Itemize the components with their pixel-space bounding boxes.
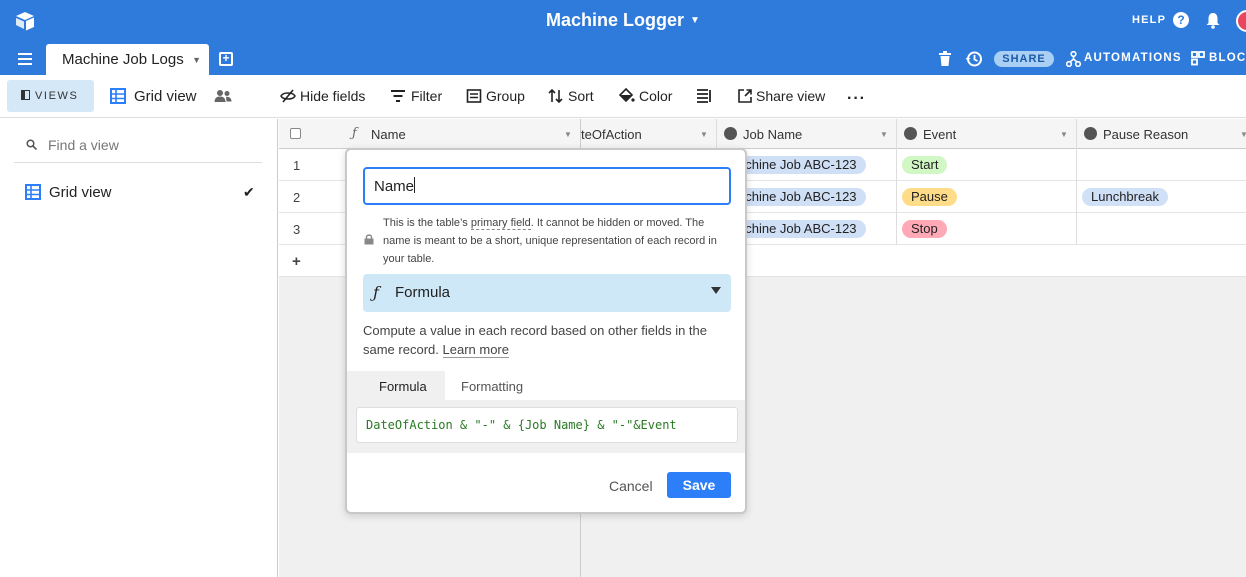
trash-icon[interactable] bbox=[938, 51, 952, 67]
chevron-down-icon: ▼ bbox=[690, 15, 700, 26]
paint-bucket-icon[interactable] bbox=[619, 88, 635, 104]
help-button[interactable]: HELP bbox=[1132, 14, 1166, 26]
chevron-down-icon bbox=[711, 287, 721, 294]
share-button[interactable]: SHARE bbox=[994, 51, 1054, 67]
column-header-event[interactable]: Event bbox=[923, 127, 956, 142]
single-select-icon bbox=[724, 127, 737, 140]
filter-icon[interactable] bbox=[390, 88, 406, 104]
event-chip: Pause bbox=[902, 188, 957, 206]
automations-button[interactable]: AUTOMATIONS bbox=[1084, 52, 1182, 64]
formula-field-icon: ƒ bbox=[352, 126, 357, 141]
checkmark-icon: ✔ bbox=[243, 184, 255, 200]
group-button[interactable]: Group bbox=[486, 88, 525, 104]
views-label: VIEWS bbox=[35, 90, 79, 102]
chevron-down-icon[interactable]: ▼ bbox=[1240, 130, 1246, 139]
views-toggle-button[interactable]: VIEWS bbox=[7, 80, 94, 112]
lock-icon bbox=[364, 234, 374, 245]
sort-button[interactable]: Sort bbox=[568, 88, 594, 104]
formula-input[interactable]: DateOfAction & "-" & {Job Name} & "-"&Ev… bbox=[356, 407, 738, 443]
sidebar-item-grid-view[interactable]: Grid view bbox=[49, 184, 112, 201]
row-number: 3 bbox=[293, 222, 301, 237]
column-divider bbox=[1076, 149, 1077, 245]
share-view-icon[interactable] bbox=[737, 88, 753, 104]
chevron-down-icon[interactable]: ▼ bbox=[880, 130, 888, 139]
sidebar-toggle-icon bbox=[21, 90, 30, 100]
more-options-icon[interactable]: ··· bbox=[847, 90, 866, 108]
field-editor-popover: Name This is the table’s primary field. … bbox=[345, 148, 747, 514]
find-view-input[interactable]: Find a view bbox=[48, 137, 119, 153]
event-chip: Stop bbox=[902, 220, 947, 238]
group-icon[interactable] bbox=[466, 88, 482, 104]
event-chip: Start bbox=[902, 156, 948, 174]
hide-fields-button[interactable]: Hide fields bbox=[300, 88, 365, 104]
row-number: 1 bbox=[293, 158, 301, 173]
app-title[interactable]: Machine Logger ▼ bbox=[0, 10, 1246, 31]
grid-view-icon bbox=[110, 88, 126, 104]
learn-more-link[interactable]: Learn more bbox=[442, 342, 509, 358]
column-divider bbox=[896, 149, 897, 245]
blocks-button[interactable]: BLOCK bbox=[1209, 52, 1246, 64]
field-type-label: Formula bbox=[395, 284, 451, 301]
formula-icon: ƒ bbox=[373, 283, 379, 302]
field-type-description: Compute a value in each record based on … bbox=[363, 321, 735, 359]
hamburger-menu-icon[interactable] bbox=[18, 53, 32, 65]
search-underline bbox=[14, 162, 262, 163]
column-header-name[interactable]: Name bbox=[371, 127, 406, 142]
color-button[interactable]: Color bbox=[639, 88, 672, 104]
automations-icon[interactable] bbox=[1066, 51, 1081, 67]
chevron-down-icon[interactable]: ▼ bbox=[700, 130, 708, 139]
field-name-value: Name bbox=[374, 178, 415, 195]
single-select-icon bbox=[904, 127, 917, 140]
history-icon[interactable] bbox=[965, 50, 983, 68]
current-view-name[interactable]: Grid view bbox=[134, 88, 197, 105]
column-header-job-name[interactable]: Job Name bbox=[743, 127, 802, 142]
field-type-select[interactable]: ƒ Formula bbox=[363, 274, 731, 312]
tab-formatting[interactable]: Formatting bbox=[461, 379, 523, 394]
grid-view-icon bbox=[25, 184, 41, 200]
sort-icon[interactable] bbox=[548, 88, 564, 104]
share-view-button[interactable]: Share view bbox=[756, 88, 825, 104]
filter-button[interactable]: Filter bbox=[411, 88, 442, 104]
primary-field-note: This is the table’s primary field. It ca… bbox=[383, 214, 733, 268]
question-icon[interactable]: ? bbox=[1173, 12, 1189, 28]
field-name-input[interactable]: Name bbox=[363, 167, 731, 205]
primary-field-term[interactable]: primary field bbox=[470, 217, 531, 230]
row-number: 2 bbox=[293, 190, 301, 205]
cancel-button[interactable]: Cancel bbox=[609, 478, 653, 494]
column-header-date-of-action[interactable]: teOfAction bbox=[581, 127, 642, 142]
add-row-icon[interactable]: + bbox=[292, 253, 301, 270]
blocks-icon[interactable] bbox=[1191, 51, 1205, 66]
bell-icon[interactable] bbox=[1205, 12, 1221, 29]
column-header-pause-reason[interactable]: Pause Reason bbox=[1103, 127, 1188, 142]
row-height-icon[interactable] bbox=[696, 88, 712, 104]
tab-machine-job-logs[interactable]: Machine Job Logs ▼ bbox=[46, 44, 209, 75]
hide-fields-icon[interactable] bbox=[280, 88, 296, 104]
chevron-down-icon[interactable]: ▼ bbox=[192, 55, 201, 65]
views-sidebar bbox=[0, 119, 278, 577]
pause-reason-chip: Lunchbreak bbox=[1082, 188, 1168, 206]
tab-label: Machine Job Logs bbox=[62, 51, 184, 68]
app-title-text: Machine Logger bbox=[546, 10, 685, 30]
select-all-checkbox[interactable] bbox=[290, 128, 301, 139]
add-table-icon[interactable]: + bbox=[219, 52, 233, 66]
text-cursor bbox=[414, 177, 416, 193]
chevron-down-icon[interactable]: ▼ bbox=[1060, 130, 1068, 139]
search-icon bbox=[26, 139, 37, 150]
description-text: Compute a value in each record based on … bbox=[363, 323, 707, 357]
collaborators-icon[interactable] bbox=[214, 89, 232, 103]
save-button[interactable]: Save bbox=[667, 472, 731, 498]
primary-note-part1: This is the table’s bbox=[383, 217, 471, 229]
single-select-icon bbox=[1084, 127, 1097, 140]
chevron-down-icon[interactable]: ▼ bbox=[564, 130, 572, 139]
tab-formula[interactable]: Formula bbox=[363, 371, 445, 400]
